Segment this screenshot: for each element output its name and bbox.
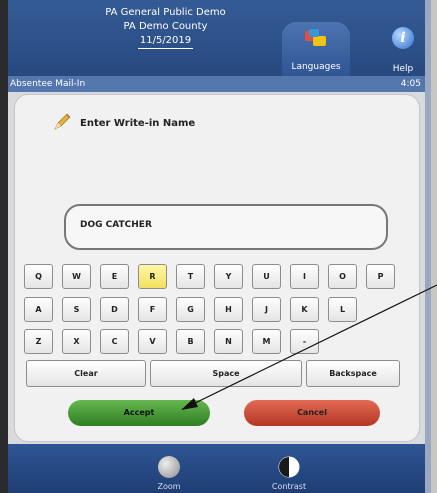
- key-i[interactable]: I: [290, 264, 319, 289]
- screen-bezel-right: [431, 0, 437, 493]
- key-m[interactable]: M: [252, 329, 281, 354]
- key-v[interactable]: V: [138, 329, 167, 354]
- key-a[interactable]: A: [24, 297, 53, 322]
- key-q[interactable]: Q: [24, 264, 53, 289]
- pencil-icon: [54, 113, 71, 130]
- election-info: PA General Public Demo PA Demo County 11…: [98, 6, 233, 49]
- languages-tab[interactable]: Languages: [282, 22, 350, 76]
- election-name: PA General Public Demo: [105, 7, 226, 18]
- page-title: Enter Write-in Name: [80, 118, 196, 129]
- key-w[interactable]: W: [62, 264, 91, 289]
- key-j[interactable]: J: [252, 297, 281, 322]
- ballot-type: Absentee Mail-In: [10, 79, 86, 89]
- cancel-button[interactable]: Cancel: [244, 400, 380, 426]
- key-t[interactable]: T: [176, 264, 205, 289]
- languages-label: Languages: [291, 62, 341, 72]
- write-in-name-value: DOG CATCHER: [80, 220, 152, 230]
- clock-time: 4:05: [400, 79, 421, 89]
- contrast-label[interactable]: Contrast: [259, 482, 319, 491]
- key-k[interactable]: K: [290, 297, 319, 322]
- key-p[interactable]: P: [366, 264, 395, 289]
- key-y[interactable]: Y: [214, 264, 243, 289]
- key-d[interactable]: D: [100, 297, 129, 322]
- zoom-icon[interactable]: [158, 456, 180, 478]
- write-in-name-field[interactable]: DOG CATCHER: [64, 204, 388, 250]
- key-g[interactable]: G: [176, 297, 205, 322]
- key-u[interactable]: U: [252, 264, 281, 289]
- footer-bar: [8, 444, 425, 493]
- contrast-icon[interactable]: [278, 456, 300, 478]
- key-r[interactable]: R: [138, 264, 167, 289]
- key-n[interactable]: N: [214, 329, 243, 354]
- status-bar: Absentee Mail-In 4:05: [8, 76, 425, 92]
- clear-key[interactable]: Clear: [26, 360, 146, 387]
- backspace-key[interactable]: Backspace: [306, 360, 400, 387]
- accept-button[interactable]: Accept: [68, 400, 210, 426]
- key-l[interactable]: L: [328, 297, 357, 322]
- key-e[interactable]: E: [100, 264, 129, 289]
- key-s[interactable]: S: [62, 297, 91, 322]
- key-hyphen[interactable]: -: [290, 329, 319, 354]
- key-x[interactable]: X: [62, 329, 91, 354]
- election-county: PA Demo County: [123, 21, 208, 32]
- zoom-label[interactable]: Zoom: [149, 482, 189, 491]
- election-date: 11/5/2019: [137, 34, 194, 49]
- help-label[interactable]: Help: [388, 64, 418, 74]
- key-o[interactable]: O: [328, 264, 357, 289]
- key-f[interactable]: F: [138, 297, 167, 322]
- help-icon[interactable]: i: [392, 27, 414, 49]
- languages-icon: [305, 29, 326, 46]
- key-h[interactable]: H: [214, 297, 243, 322]
- space-key[interactable]: Space: [150, 360, 302, 387]
- key-c[interactable]: C: [100, 329, 129, 354]
- key-z[interactable]: Z: [24, 329, 53, 354]
- key-b[interactable]: B: [176, 329, 205, 354]
- screen-bezel-left: [0, 0, 8, 493]
